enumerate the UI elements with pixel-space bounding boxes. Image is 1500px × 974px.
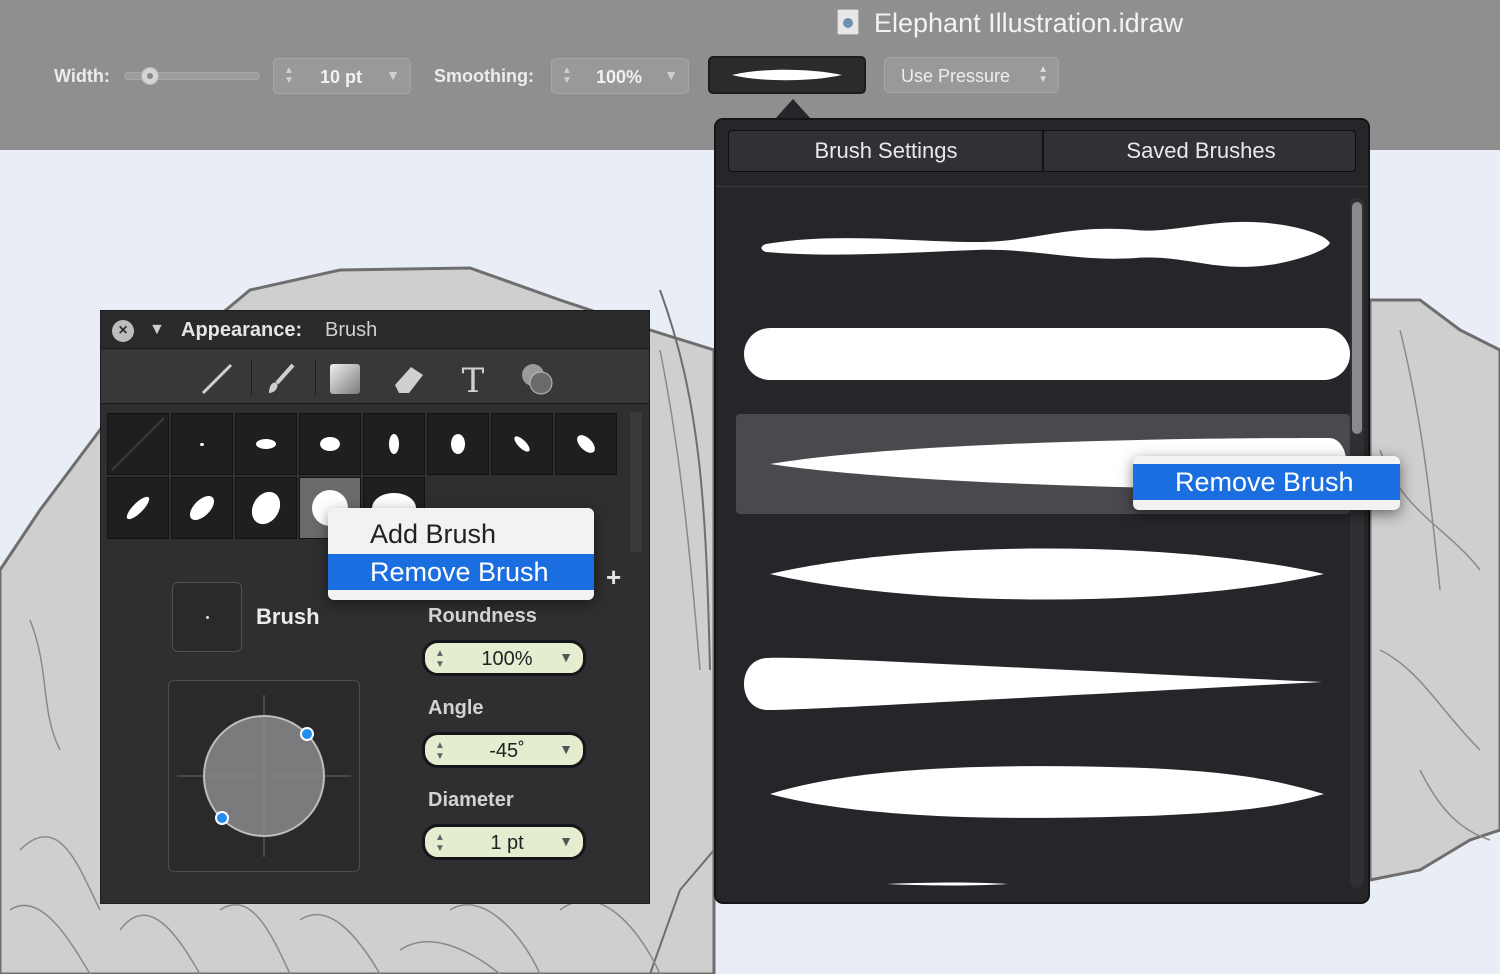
appearance-tool-row: T	[101, 350, 649, 404]
stepper-icon[interactable]: ▲ ▼	[284, 66, 294, 86]
panel-title: Appearance:	[181, 319, 303, 341]
panel-subtitle: Brush	[325, 319, 378, 341]
brush-tip-icon	[246, 486, 286, 530]
brush-tip-icon	[389, 434, 399, 454]
brush-tip-icon	[320, 437, 340, 451]
saved-brush-2	[744, 328, 1350, 380]
popover-scrollbar[interactable]	[1350, 198, 1364, 888]
width-slider[interactable]	[124, 67, 260, 85]
stepper-icon[interactable]: ▲ ▼	[1038, 65, 1048, 85]
angle-dial[interactable]	[169, 681, 359, 871]
brush-preset-cell[interactable]	[555, 413, 617, 475]
pressure-value: Use Pressure	[901, 66, 1011, 86]
saved-brush-context-menu: Remove Brush	[1133, 456, 1400, 510]
chevron-down-icon[interactable]: ▼	[664, 67, 678, 83]
disclosure-triangle-icon[interactable]: ▼	[149, 321, 165, 339]
diameter-field[interactable]: ▲ ▼ 1 pt ▼	[422, 824, 586, 860]
line-tool-icon[interactable]	[193, 358, 241, 398]
divider	[315, 360, 316, 396]
diameter-label: Diameter	[428, 789, 514, 811]
brush-preset-cell[interactable]	[299, 413, 361, 475]
angle-handle[interactable]	[300, 727, 314, 741]
angle-field[interactable]: ▲ ▼ -45˚ ▼	[422, 732, 586, 768]
brush-preset-cell[interactable]	[235, 413, 297, 475]
stepper-icon[interactable]: ▲ ▼	[562, 66, 572, 86]
brush-tip-icon	[185, 491, 219, 525]
brush-context-menu: Add Brush Remove Brush	[328, 508, 594, 600]
roundness-label: Roundness	[428, 605, 537, 627]
brushes-popover: Brush Settings Saved Brushes	[714, 118, 1370, 904]
brush-preset-cell[interactable]	[171, 477, 233, 539]
pressure-select[interactable]: Use Pressure ▲ ▼	[884, 57, 1059, 93]
add-brush-menu-item[interactable]: Add Brush	[328, 516, 594, 552]
svg-text:T: T	[462, 361, 485, 397]
brush-preset-cell[interactable]	[171, 413, 233, 475]
grid-scrollbar[interactable]	[630, 412, 642, 552]
add-icon[interactable]: +	[606, 562, 621, 593]
angle-editor[interactable]	[168, 680, 360, 872]
brush-preset-cell[interactable]	[235, 477, 297, 539]
eraser-tool-icon[interactable]	[385, 358, 433, 398]
text-tool-icon[interactable]: T	[449, 358, 497, 398]
width-slider-knob[interactable]	[141, 67, 159, 85]
smoothing-label: Smoothing:	[434, 66, 534, 86]
saved-brush-7	[886, 882, 1008, 886]
brush-tip-icon	[256, 439, 276, 449]
popover-arrow	[775, 99, 811, 119]
shape-tool-icon[interactable]	[513, 358, 561, 398]
chevron-down-icon[interactable]: ▼	[559, 649, 573, 665]
smoothing-value: 100%	[596, 67, 643, 87]
width-value: 10 pt	[320, 67, 363, 87]
saved-brush-6	[770, 766, 1324, 818]
width-field[interactable]: ▲ ▼ 10 pt ▼	[273, 58, 411, 94]
brush-preset-cell[interactable]	[107, 477, 169, 539]
brush-tip-icon	[200, 442, 204, 446]
brush-tip-icon	[573, 431, 599, 457]
fill-tool-icon[interactable]	[321, 358, 369, 398]
brush-preview-button[interactable]	[708, 56, 866, 94]
brush-preset-cell[interactable]	[491, 413, 553, 475]
brush-tip-icon	[512, 434, 532, 454]
window-title: Elephant Illustration.idraw	[874, 8, 1184, 38]
smoothing-field[interactable]: ▲ ▼ 100% ▼	[551, 58, 689, 94]
brush-tip-icon	[451, 434, 465, 454]
brush-stroke-preview-icon	[732, 69, 842, 81]
saved-brush-4	[770, 548, 1324, 600]
roundness-field[interactable]: ▲ ▼ 100% ▼	[422, 640, 586, 676]
brush-thumbnail	[172, 582, 242, 652]
remove-brush-menu-item[interactable]: Remove Brush	[328, 554, 594, 590]
brush-preset-cell[interactable]	[107, 413, 169, 475]
brush-tip-icon	[123, 493, 153, 523]
close-icon[interactable]: ×	[112, 320, 134, 342]
saved-brush-1	[761, 221, 1330, 267]
chevron-down-icon[interactable]: ▼	[559, 833, 573, 849]
brush-name: Brush	[256, 604, 320, 629]
title-bar: Elephant Illustration.idraw	[0, 0, 1500, 46]
remove-brush-menu-item[interactable]: Remove Brush	[1133, 464, 1400, 500]
brush-preset-cell[interactable]	[427, 413, 489, 475]
chevron-down-icon[interactable]: ▼	[386, 67, 400, 83]
saved-brush-list	[744, 221, 1350, 886]
divider	[251, 360, 252, 396]
scrollbar-thumb[interactable]	[1352, 202, 1362, 434]
angle-label: Angle	[428, 697, 484, 719]
chevron-down-icon[interactable]: ▼	[559, 741, 573, 757]
document-icon	[837, 9, 859, 35]
saved-brush-5	[744, 657, 1322, 710]
angle-handle[interactable]	[215, 811, 229, 825]
panel-header: × ▼ Appearance: Brush	[101, 311, 649, 349]
brush-preset-cell[interactable]	[363, 413, 425, 475]
brush-tool-icon[interactable]	[257, 358, 305, 398]
width-label: Width:	[54, 66, 110, 86]
